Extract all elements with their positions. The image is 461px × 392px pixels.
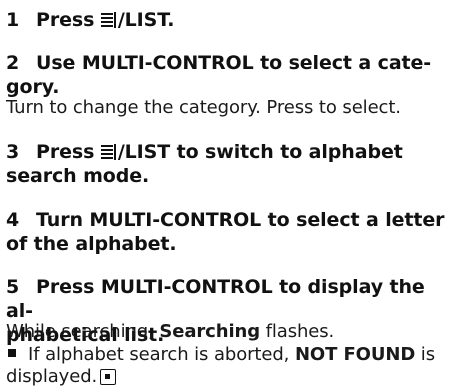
- description-text: While searching,: [6, 321, 160, 342]
- step-text-line2: gory.: [6, 76, 60, 98]
- step-text-post: /LIST to switch to alphabet: [117, 141, 403, 163]
- description-emphasis: Searching: [159, 321, 261, 342]
- section-end-icon: [100, 369, 117, 385]
- note-text: If alphabet search is aborted,: [28, 344, 295, 365]
- note-text-line2: displayed.: [6, 366, 98, 387]
- square-bullet-icon: [8, 349, 16, 357]
- step-number: 5: [6, 276, 20, 298]
- step-4: 4 Turn MULTI-CONTROL to select a letter o…: [6, 208, 446, 256]
- step-text-line2: search mode.: [6, 165, 150, 187]
- note-text: is: [415, 344, 435, 365]
- note-emphasis: NOT FOUND: [294, 344, 416, 365]
- step-text-pre: Press: [36, 9, 101, 31]
- step-text-line1: Use MULTI-CONTROL to select a cate-: [36, 52, 432, 74]
- step-1: 1 Press /LIST.: [6, 8, 446, 32]
- note: If alphabet search is aborted, NOT FOUND…: [6, 344, 458, 388]
- step-text-post: /LIST.: [117, 9, 175, 31]
- instruction-document: 1 Press /LIST. 2 Use MULTI-CONTROL to sele…: [0, 0, 461, 392]
- step-3: 3 Press /LIST to switch to alphabet searc…: [6, 140, 446, 188]
- list-button-icon: [100, 144, 118, 160]
- step-text-line1: Turn MULTI-CONTROL to select a letter: [36, 209, 445, 231]
- description-text: flashes.: [260, 321, 335, 342]
- step-2: 2 Use MULTI-CONTROL to select a cate- gor…: [6, 51, 446, 99]
- step-text-pre: Press: [36, 141, 101, 163]
- step-5-description: While searching, Searching flashes.: [6, 321, 458, 343]
- step-number: 2: [6, 52, 20, 74]
- step-text-line1: Press MULTI-CONTROL to display the al-: [6, 276, 425, 322]
- step-number: 4: [6, 209, 20, 231]
- step-number: 1: [6, 9, 20, 31]
- step-text-line2: of the alphabet.: [6, 233, 177, 255]
- step-number: 3: [6, 141, 20, 163]
- step-2-description: Turn to change the category. Press to se…: [6, 97, 401, 118]
- list-button-icon: [100, 12, 118, 28]
